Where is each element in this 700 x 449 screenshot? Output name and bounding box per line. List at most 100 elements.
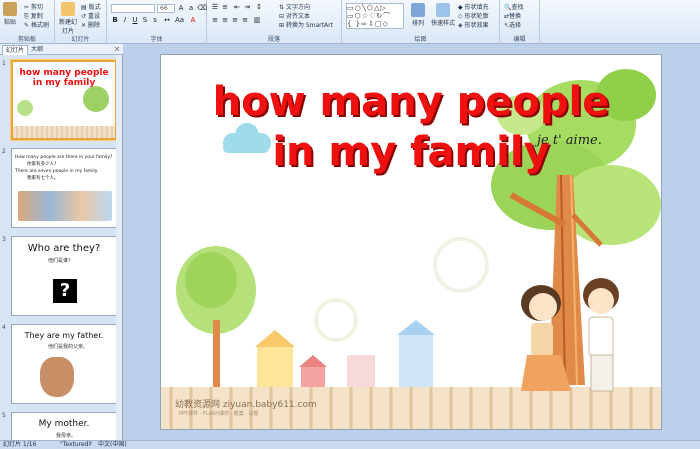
convert-smartart-button[interactable]: ⊞ 转换为 SmartArt bbox=[279, 20, 333, 29]
shapes-gallery[interactable]: ▭○╲⬠△▷ ▭⬡☆♡↻⌒{ }⇨⇩▢◇ bbox=[346, 3, 404, 29]
thumb-fence-image bbox=[13, 126, 115, 138]
quick-styles-button[interactable]: 快速样式 bbox=[430, 3, 456, 27]
strike-icon[interactable]: S bbox=[141, 16, 149, 24]
slide-counter: 幻灯片 1/16 bbox=[3, 441, 37, 448]
quick-styles-icon bbox=[436, 3, 450, 17]
thumb-tree-image bbox=[83, 86, 109, 112]
bold-icon[interactable]: B bbox=[111, 16, 119, 24]
slide-canvas[interactable]: how many people in my family je t' aime.… bbox=[160, 54, 662, 430]
thumb-text: They are my father. bbox=[24, 331, 104, 340]
reset-button[interactable]: ↺ 重设 bbox=[81, 11, 100, 20]
paragraph-group: ☰ ≡ ⇤ ⇥ ↕ ≡ ≡ ≡ ≡ ▥ ⇅ 文字方向 ⊟ 对齐文本 ⊞ 转换为 … bbox=[207, 0, 342, 44]
change-case-icon[interactable]: Aa bbox=[175, 16, 184, 24]
shape-fill-button[interactable]: ◆ 形状填充 bbox=[458, 2, 489, 11]
decrease-indent-icon[interactable]: ⇤ bbox=[233, 3, 241, 11]
thumb-number: 1 bbox=[2, 60, 6, 67]
shape-effects-button[interactable]: ◈ 形状效果 bbox=[458, 20, 489, 29]
shadow-icon[interactable]: s bbox=[151, 16, 159, 24]
font-name-combo[interactable] bbox=[111, 4, 155, 13]
theme-name: "Textured" bbox=[60, 441, 92, 448]
clipboard-label: 剪贴板 bbox=[17, 36, 36, 43]
ribbon: 粘贴 ✂ 剪切 ⎘ 复制 ✎ 格式刷 剪贴板 新建幻灯片 ▤ 版式 ↺ 重设 ✕… bbox=[0, 0, 700, 44]
find-button[interactable]: 🔍查找 bbox=[504, 2, 524, 11]
select-button[interactable]: ↖选择 bbox=[504, 20, 521, 29]
text-direction-button[interactable]: ⇅ 文字方向 bbox=[279, 2, 310, 11]
grow-font-icon[interactable]: A bbox=[177, 4, 185, 12]
thumb-number: 2 bbox=[2, 148, 6, 155]
font-group: 66 A a ⌫ B I U S s ↔ Aa A 字体 bbox=[107, 0, 207, 44]
thumb-text: How many people are there in your family… bbox=[15, 155, 113, 160]
script-text: je t' aime. bbox=[537, 133, 602, 148]
paste-button[interactable]: 粘贴 bbox=[2, 2, 18, 26]
editing-label: 编辑 bbox=[513, 36, 526, 43]
arrange-button[interactable]: 排列 bbox=[408, 3, 428, 27]
tab-outline[interactable]: 大纲 bbox=[28, 45, 46, 55]
new-slide-icon bbox=[61, 2, 75, 16]
slide-thumbnail-panel: 幻灯片 大纲 × 1 how many people in my family … bbox=[0, 44, 123, 442]
char-spacing-icon[interactable]: ↔ bbox=[163, 16, 171, 24]
align-center-icon[interactable]: ≡ bbox=[221, 16, 229, 24]
shape-outline-button[interactable]: ◇ 形状轮廓 bbox=[458, 11, 489, 20]
slide-thumbnail-3[interactable]: Who are they? 他们是谁? ? bbox=[11, 236, 117, 316]
thumb-text: 我家有七个人。 bbox=[27, 176, 59, 181]
slide-thumbnail-4[interactable]: They are my father. 他们是我的父亲。 bbox=[11, 324, 117, 404]
numbering-icon[interactable]: ≡ bbox=[221, 3, 229, 11]
thumbnail-scrollbar[interactable] bbox=[116, 55, 122, 440]
thumb-text: Who are they? bbox=[27, 243, 101, 254]
thumb-number: 3 bbox=[2, 236, 6, 243]
slides-label: 幻灯片 bbox=[71, 36, 90, 43]
spell-check-icon[interactable]: ✓ bbox=[88, 441, 93, 449]
language-indicator[interactable]: 中文(中国) bbox=[98, 441, 127, 449]
drawing-label: 绘图 bbox=[414, 36, 427, 43]
bullets-icon[interactable]: ☰ bbox=[211, 3, 219, 11]
slides-group: 新建幻灯片 ▤ 版式 ↺ 重设 ✕ 删除 幻灯片 bbox=[55, 0, 107, 44]
slide-title-line1[interactable]: how many people bbox=[161, 79, 661, 125]
align-text-button[interactable]: ⊟ 对齐文本 bbox=[279, 11, 310, 20]
delete-slide-button[interactable]: ✕ 删除 bbox=[81, 20, 100, 29]
question-mark-box: ? bbox=[53, 279, 77, 303]
houses bbox=[255, 320, 435, 393]
cut-button[interactable]: ✂ 剪切 bbox=[24, 2, 43, 11]
drawing-group: ▭○╲⬠△▷ ▭⬡☆♡↻⌒{ }⇨⇩▢◇ 排列 快速样式 ◆ 形状填充 ◇ 形状轮… bbox=[342, 0, 500, 44]
slide-thumbnail-1[interactable]: how many people in my family bbox=[11, 60, 117, 140]
editing-group: 🔍查找 ⇄替换 ↖选择 编辑 bbox=[500, 0, 540, 44]
small-tree bbox=[176, 246, 256, 390]
slide-thumbnail-5[interactable]: My mother. 我母亲。 bbox=[11, 412, 117, 442]
thumb-text: There are seven people in my family. bbox=[15, 169, 99, 174]
font-size-combo[interactable]: 66 bbox=[157, 4, 175, 13]
thumb-text: 他们是谁? bbox=[48, 258, 71, 264]
format-painter-button[interactable]: ✎ 格式刷 bbox=[24, 20, 49, 29]
thumb-number: 5 bbox=[2, 412, 6, 419]
paragraph-label: 段落 bbox=[267, 36, 280, 43]
thumb-text: 他们是我的父亲。 bbox=[48, 344, 89, 350]
replace-button[interactable]: ⇄替换 bbox=[504, 11, 521, 20]
align-left-icon[interactable]: ≡ bbox=[211, 16, 219, 24]
thumb-text: My mother. bbox=[38, 419, 90, 429]
thumb-father-photo bbox=[40, 357, 74, 397]
paste-icon bbox=[3, 2, 17, 16]
shrink-font-icon[interactable]: a bbox=[187, 4, 195, 12]
thumb-text: 你家有多少人? bbox=[27, 162, 57, 167]
font-label: 字体 bbox=[150, 36, 163, 43]
watermark-subtext: PPT课件 · FLASH课件 · 教案 · 试卷 bbox=[179, 411, 259, 417]
line-spacing-icon[interactable]: ↕ bbox=[255, 3, 263, 11]
new-slide-button[interactable]: 新建幻灯片 bbox=[57, 2, 79, 35]
font-color-icon[interactable]: A bbox=[189, 16, 197, 24]
underline-icon[interactable]: U bbox=[131, 16, 139, 24]
tab-slides[interactable]: 幻灯片 bbox=[2, 45, 29, 55]
italic-icon[interactable]: I bbox=[121, 16, 129, 24]
increase-indent-icon[interactable]: ⇥ bbox=[243, 3, 251, 11]
justify-icon[interactable]: ≡ bbox=[241, 16, 249, 24]
thumb-text: 我母亲。 bbox=[56, 433, 77, 439]
slide-thumbnail-2[interactable]: How many people are there in your family… bbox=[11, 148, 117, 228]
thumb-number: 4 bbox=[2, 324, 6, 331]
arrange-icon bbox=[411, 3, 425, 17]
layout-button[interactable]: ▤ 版式 bbox=[81, 2, 101, 11]
slide-editing-area: how many people in my family je t' aime.… bbox=[124, 44, 700, 440]
align-right-icon[interactable]: ≡ bbox=[231, 16, 239, 24]
panel-tabs: 幻灯片 大纲 × bbox=[0, 44, 123, 55]
thumb-title-line1: how many people bbox=[19, 68, 109, 78]
close-icon[interactable]: × bbox=[114, 45, 120, 53]
columns-icon[interactable]: ▥ bbox=[253, 16, 261, 24]
clear-format-icon[interactable]: ⌫ bbox=[197, 4, 207, 12]
